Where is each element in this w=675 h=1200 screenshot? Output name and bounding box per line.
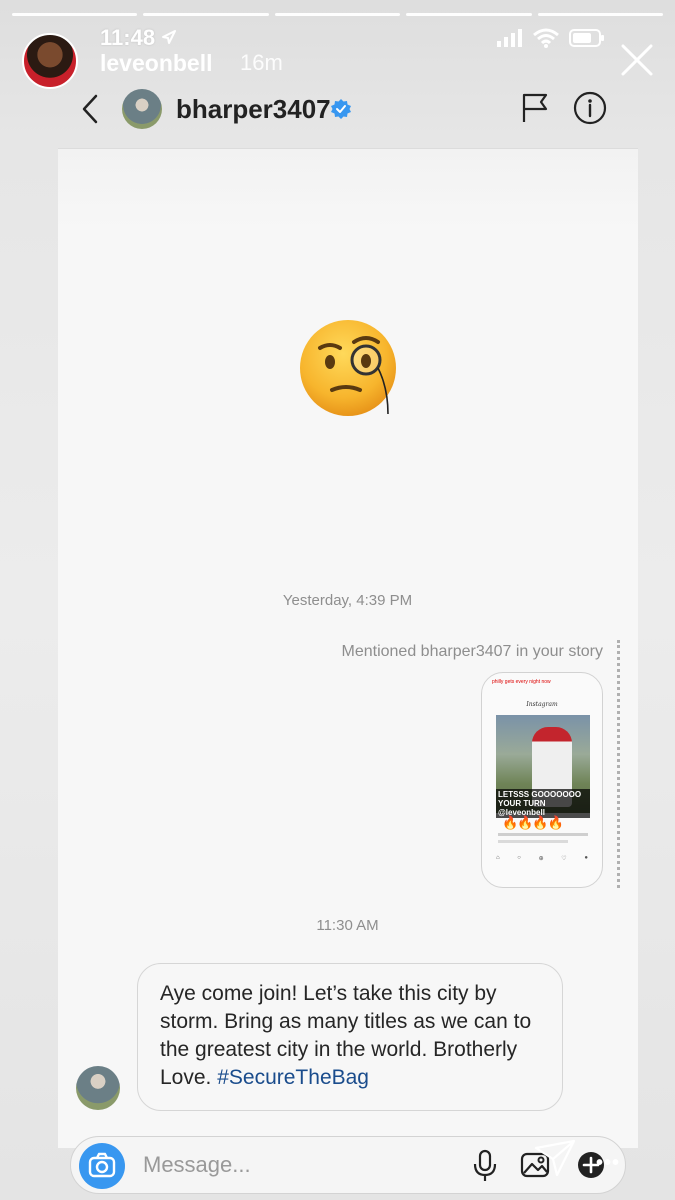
heart-icon: ♡ [561, 856, 567, 862]
profile-icon: ● [584, 855, 588, 861]
home-icon: ⌂ [496, 855, 500, 861]
thumbnail-text-line [498, 833, 588, 836]
progress-segment [12, 13, 138, 16]
location-arrow-icon [162, 30, 176, 44]
progress-segment [406, 13, 532, 16]
send-icon[interactable] [533, 1138, 577, 1178]
sender-avatar[interactable] [76, 1066, 120, 1110]
face-with-monocle-emoji [300, 320, 396, 416]
verified-badge-icon [331, 99, 351, 119]
thumbnail-banner: LETSSS GOOOOOOO YOUR TURN @leveonbell [496, 789, 590, 818]
flag-icon[interactable] [520, 92, 550, 124]
message-hashtag[interactable]: #SecureTheBag [217, 1066, 369, 1089]
dm-avatar[interactable] [122, 89, 162, 129]
thumbnail-nav-bar: ⌂ ○ ⊕ ♡ ● [496, 855, 588, 862]
thumbnail-app-name: Instagram [526, 701, 558, 708]
story-mention-thumbnail[interactable]: philly gets every night now Instagram LE… [481, 672, 603, 888]
more-icon[interactable]: ••• [596, 1152, 620, 1175]
story-progress-bar [12, 13, 664, 16]
story-mention-label: Mentioned bharper3407 in your story [341, 643, 604, 660]
chevron-left-icon[interactable] [78, 92, 102, 126]
wifi-icon [533, 28, 559, 48]
story-age: 16m [240, 50, 283, 75]
add-icon: ⊕ [538, 856, 544, 862]
status-time: 11:48 [100, 25, 156, 50]
story-author-avatar[interactable] [22, 33, 78, 89]
dm-header-username[interactable]: bharper3407 [176, 94, 331, 125]
info-icon[interactable] [573, 91, 607, 125]
camera-button[interactable] [79, 1143, 125, 1189]
microphone-icon[interactable] [471, 1149, 499, 1183]
thumbnail-fire-emojis: 🔥🔥🔥🔥 [502, 815, 564, 830]
message-input[interactable] [143, 1151, 443, 1179]
progress-segment [537, 13, 664, 16]
status-icons [497, 28, 605, 48]
thumbnail-text-line [498, 840, 568, 843]
thumbnail-caption: philly gets every night now [492, 679, 551, 685]
camera-icon [88, 1152, 116, 1178]
message-bubble[interactable]: Aye come join! Let’s take this city by s… [137, 963, 563, 1111]
progress-segment [274, 13, 401, 16]
reply-thread-line [617, 640, 620, 888]
message-timestamp: Yesterday, 4:39 PM [282, 592, 413, 609]
message-timestamp: 11:30 AM [316, 917, 379, 934]
cellular-signal-icon [497, 29, 522, 47]
search-icon: ○ [517, 855, 521, 861]
story-username[interactable]: leveonbell [100, 50, 212, 77]
progress-segment [143, 13, 269, 16]
battery-icon [569, 29, 604, 47]
close-icon[interactable] [619, 42, 655, 78]
thumbnail-banner-line: LETSSS GOOOOOOO [498, 790, 582, 799]
